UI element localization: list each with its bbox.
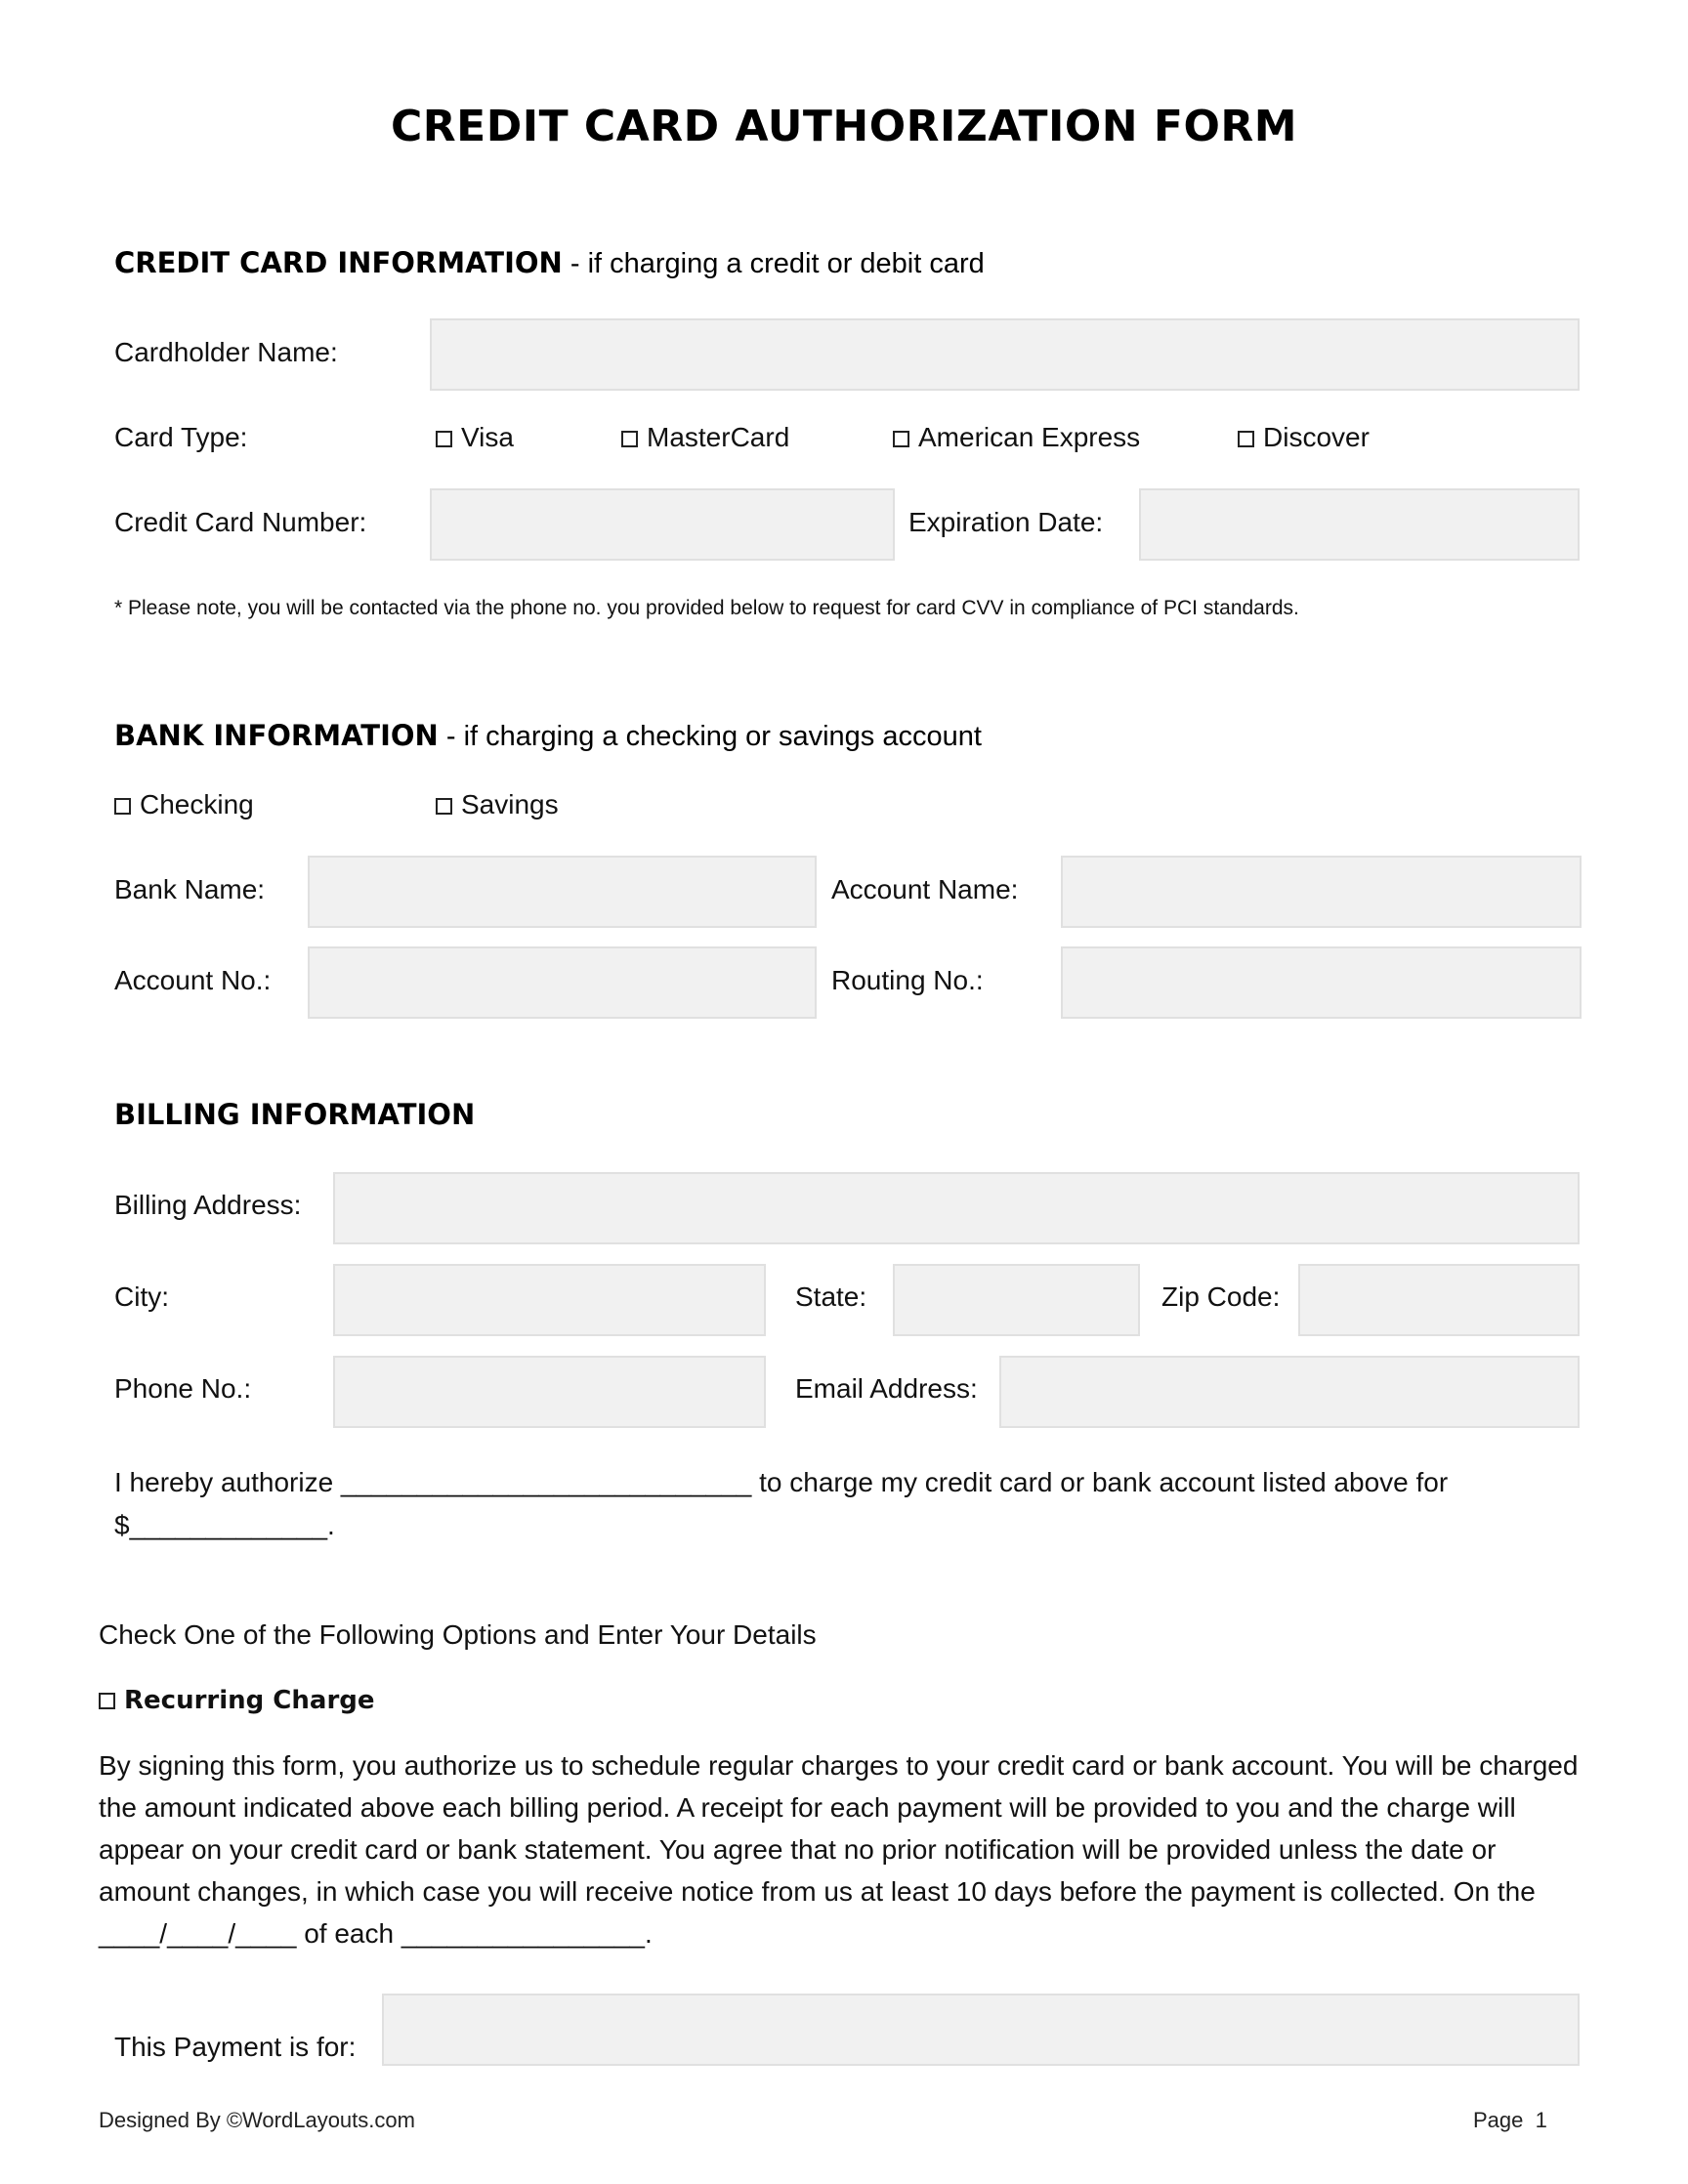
credit-card-heading: CREDIT CARD INFORMATION (114, 246, 563, 279)
footer-page-number: Page 1 (1473, 2108, 1547, 2132)
checkbox-icon[interactable] (893, 431, 909, 447)
credit-card-subheading: - if charging a credit or debit card (562, 248, 985, 279)
card-type-discover-label: Discover (1263, 422, 1370, 452)
card-type-visa-checkbox[interactable]: Visa (436, 422, 514, 453)
state-label: State: (795, 1281, 867, 1312)
bank-name-label: Bank Name: (114, 874, 266, 904)
expiration-date-field[interactable] (1139, 488, 1580, 561)
account-type-savings-checkbox[interactable]: Savings (436, 789, 559, 820)
phone-no-field[interactable] (333, 1356, 766, 1428)
email-address-field[interactable] (999, 1356, 1580, 1428)
account-name-field[interactable] (1061, 856, 1582, 928)
card-type-mastercard-label: MasterCard (647, 422, 790, 452)
routing-no-label: Routing No.: (831, 965, 984, 995)
card-type-amex-label: American Express (918, 422, 1141, 452)
credit-card-section-heading: CREDIT CARD INFORMATION - if charging a … (114, 246, 985, 280)
bank-section-heading: BANK INFORMATION - if charging a checkin… (114, 719, 982, 753)
bank-subheading: - if charging a checking or savings acco… (438, 721, 982, 752)
zip-code-label: Zip Code: (1161, 1281, 1281, 1312)
checkbox-icon[interactable] (621, 431, 638, 447)
cvv-note: * Please note, you will be contacted via… (114, 597, 1299, 619)
account-type-checking-label: Checking (140, 789, 254, 819)
city-field[interactable] (333, 1264, 766, 1336)
cardholder-name-label: Cardholder Name: (114, 337, 338, 367)
card-type-mastercard-checkbox[interactable]: MasterCard (621, 422, 789, 453)
card-type-label: Card Type: (114, 422, 248, 452)
state-field[interactable] (893, 1264, 1140, 1336)
routing-no-field[interactable] (1061, 946, 1582, 1019)
authorization-amount-line: $_____________. (114, 1510, 335, 1540)
account-no-field[interactable] (308, 946, 817, 1019)
zip-code-field[interactable] (1298, 1264, 1580, 1336)
billing-section-heading: BILLING INFORMATION (114, 1098, 475, 1132)
payment-for-label: This Payment is for: (114, 2032, 357, 2062)
checkbox-icon[interactable] (436, 431, 452, 447)
card-type-discover-checkbox[interactable]: Discover (1238, 422, 1370, 453)
billing-heading: BILLING INFORMATION (114, 1098, 476, 1131)
card-number-field[interactable] (430, 488, 895, 561)
cardholder-name-field[interactable] (430, 318, 1580, 391)
card-type-visa-label: Visa (461, 422, 514, 452)
bank-name-field[interactable] (308, 856, 817, 928)
form-title: CREDIT CARD AUTHORIZATION FORM (390, 102, 1298, 151)
account-type-checking-checkbox[interactable]: Checking (114, 789, 254, 820)
city-label: City: (114, 1281, 169, 1312)
phone-no-label: Phone No.: (114, 1373, 252, 1404)
checkbox-icon[interactable] (114, 798, 131, 815)
account-no-label: Account No.: (114, 965, 272, 995)
email-address-label: Email Address: (795, 1373, 978, 1404)
recurring-charge-checkbox[interactable]: Recurring Charge (99, 1684, 375, 1715)
options-instruction: Check One of the Following Options and E… (99, 1619, 817, 1650)
billing-address-label: Billing Address: (114, 1190, 302, 1220)
footer-designed-by: Designed By ©WordLayouts.com (99, 2108, 415, 2132)
account-type-savings-label: Savings (461, 789, 559, 819)
billing-address-field[interactable] (333, 1172, 1580, 1244)
checkbox-icon[interactable] (1238, 431, 1254, 447)
expiration-date-label: Expiration Date: (908, 507, 1104, 537)
card-number-label: Credit Card Number: (114, 507, 367, 537)
payment-for-field[interactable] (382, 1994, 1580, 2066)
recurring-charge-label: Recurring Charge (124, 1686, 375, 1715)
bank-heading: BANK INFORMATION (114, 719, 439, 752)
authorization-statement-line1: I hereby authorize _____________________… (114, 1467, 1449, 1497)
card-type-amex-checkbox[interactable]: American Express (893, 422, 1140, 453)
account-name-label: Account Name: (831, 874, 1019, 904)
checkbox-icon[interactable] (436, 798, 452, 815)
recurring-charge-terms: By signing this form, you authorize us t… (99, 1750, 1579, 1949)
checkbox-icon[interactable] (99, 1693, 115, 1709)
